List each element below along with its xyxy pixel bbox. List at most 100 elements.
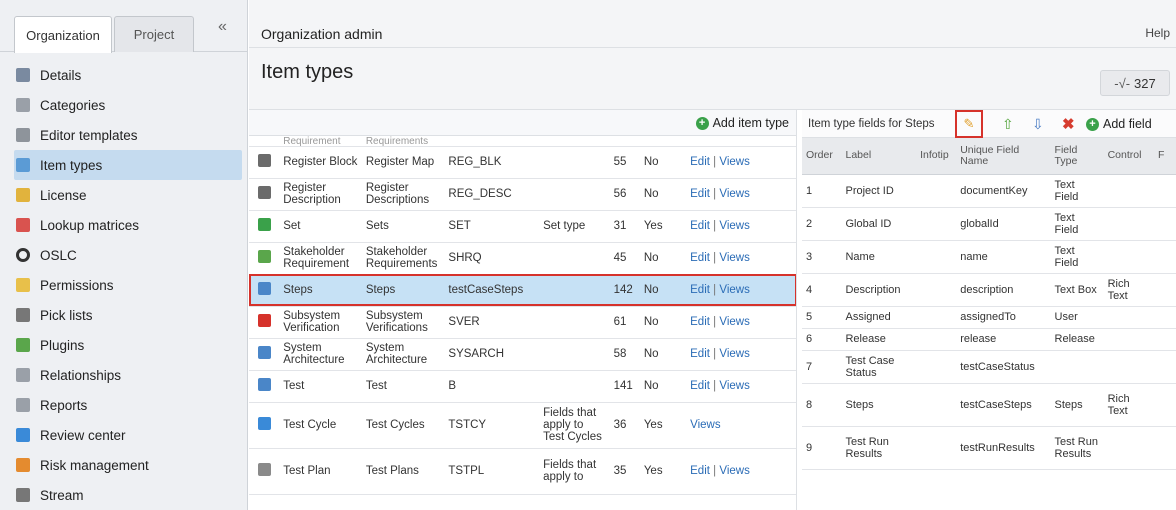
cell-unique-name: name bbox=[956, 240, 1051, 274]
table-row[interactable]: Test Plan Test Plans TSTPL Fields that appl… bbox=[249, 448, 796, 495]
edit-link[interactable]: Edit bbox=[690, 284, 710, 296]
sidebar-item-item-types[interactable]: Item types bbox=[14, 150, 242, 180]
table-row[interactable]: Register Description Register Description… bbox=[249, 178, 796, 211]
cell-description bbox=[539, 274, 610, 307]
cell-icon bbox=[249, 146, 280, 179]
cell bbox=[249, 136, 280, 147]
cell-extra bbox=[1154, 240, 1176, 274]
cell-control bbox=[1103, 207, 1155, 241]
table-row[interactable]: Set Sets SET Set type 31 Yes Edit | Views bbox=[249, 210, 796, 243]
tab-project[interactable]: Project bbox=[114, 16, 194, 52]
field-row[interactable]: 3 Name name Text Field bbox=[802, 240, 1176, 274]
header-unique-field-name[interactable]: Unique Field Name bbox=[956, 138, 1051, 175]
field-row[interactable]: 5 Assigned assignedTo User bbox=[802, 306, 1176, 329]
header-order[interactable]: Order bbox=[802, 138, 842, 175]
sidebar-item-permissions[interactable]: Permissions bbox=[0, 270, 247, 300]
cell-id: 31 bbox=[609, 210, 640, 243]
edit-link[interactable]: Edit bbox=[690, 156, 710, 168]
table-row[interactable]: Stakeholder Requirement Stakeholder Requi… bbox=[249, 242, 796, 275]
sidebar-item-license[interactable]: License bbox=[0, 180, 247, 210]
cell-description bbox=[539, 338, 610, 371]
views-link[interactable]: Views bbox=[690, 419, 720, 431]
header-field-type[interactable]: Field Type bbox=[1050, 138, 1104, 175]
header-extra[interactable]: F bbox=[1154, 138, 1176, 175]
edit-link[interactable]: Edit bbox=[690, 380, 710, 392]
table-row[interactable]: Test Cycle Test Cycles TSTCY Fields that ap… bbox=[249, 402, 796, 449]
field-row[interactable]: 8 Steps testCaseSteps Steps Rich Text bbox=[802, 383, 1176, 427]
move-down-icon[interactable]: ⇩ bbox=[1032, 116, 1044, 133]
move-up-icon[interactable]: ⇧ bbox=[1002, 116, 1014, 133]
views-link[interactable]: Views bbox=[719, 220, 749, 232]
cell-field-type: Text Field bbox=[1050, 174, 1104, 208]
field-row[interactable]: 4 Description description Text Box Rich Text bbox=[802, 273, 1176, 307]
cell-extra bbox=[1154, 426, 1176, 470]
sidebar-item-reports[interactable]: Reports bbox=[0, 390, 247, 420]
cell-plural: Register Map bbox=[361, 146, 445, 179]
cell-id: 55 bbox=[609, 146, 640, 179]
separator: | bbox=[709, 220, 720, 232]
sidebar-item-label: Details bbox=[40, 67, 82, 83]
table-row[interactable]: Register Block Register Map REG_BLK 55 No Edi… bbox=[249, 146, 796, 179]
cell-control bbox=[1103, 328, 1155, 351]
cell-actions: Edit | Views bbox=[686, 370, 796, 403]
cell-order: 9 bbox=[802, 426, 842, 470]
org-header: Organization admin Help bbox=[249, 0, 1176, 48]
field-row[interactable]: 9 Test Run Results testRunResults Test Run … bbox=[802, 426, 1176, 470]
field-row[interactable]: 6 Release release Release bbox=[802, 328, 1176, 351]
sidebar-item-stream[interactable]: Stream bbox=[0, 480, 247, 510]
edit-link[interactable]: Edit bbox=[690, 465, 710, 477]
separator: | bbox=[709, 465, 720, 477]
delete-field-icon[interactable]: ✖ bbox=[1062, 115, 1075, 133]
activity-count-button[interactable]: -√- 327 bbox=[1100, 70, 1170, 96]
sidebar-item-risk-management[interactable]: Risk management bbox=[0, 450, 247, 480]
header-label[interactable]: Label bbox=[841, 138, 917, 175]
collapse-sidebar-icon[interactable]: « bbox=[218, 18, 227, 36]
views-link[interactable]: Views bbox=[719, 284, 749, 296]
edit-link[interactable]: Edit bbox=[690, 348, 710, 360]
sidebar-item-relationships[interactable]: Relationships bbox=[0, 360, 247, 390]
help-link[interactable]: Help bbox=[1145, 26, 1170, 40]
header-infotip[interactable]: Infotip bbox=[916, 138, 957, 175]
edit-link[interactable]: Edit bbox=[690, 188, 710, 200]
item-type-fields-pane: Item type fields for Steps ✎ ⇧ ⇩ ✖ + Add… bbox=[802, 110, 1176, 510]
sidebar-item-editor-templates[interactable]: Editor templates bbox=[0, 120, 247, 150]
sidebar-item-oslc[interactable]: OSLC bbox=[0, 240, 247, 270]
cell-description bbox=[539, 178, 610, 211]
sidebar-item-lookup-matrices[interactable]: Lookup matrices bbox=[0, 210, 247, 240]
sidebar-item-review-center[interactable]: Review center bbox=[0, 420, 247, 450]
cell-icon bbox=[249, 448, 280, 495]
views-link[interactable]: Views bbox=[719, 380, 749, 392]
sidebar-item-label: Plugins bbox=[40, 337, 85, 353]
pencil-icon: ✎ bbox=[963, 116, 975, 131]
table-row[interactable]: System Architecture System Architecture SY… bbox=[249, 338, 796, 371]
field-row[interactable]: 1 Project ID documentKey Text Field bbox=[802, 174, 1176, 208]
table-row[interactable]: Test Test B 141 No Edit | Views bbox=[249, 370, 796, 403]
sidebar-item-pick-lists[interactable]: Pick lists bbox=[0, 300, 247, 330]
edit-field-button[interactable]: ✎ bbox=[955, 110, 983, 138]
views-link[interactable]: Views bbox=[719, 316, 749, 328]
field-row[interactable]: 2 Global ID globalId Text Field bbox=[802, 207, 1176, 241]
header-control[interactable]: Control bbox=[1103, 138, 1155, 175]
cell-type-key: SHRQ bbox=[444, 242, 540, 275]
edit-link[interactable]: Edit bbox=[690, 220, 710, 232]
table-row[interactable]: Subsystem Verification Subsystem Verifica… bbox=[249, 306, 796, 339]
views-link[interactable]: Views bbox=[719, 348, 749, 360]
add-item-type-button[interactable]: + Add item type bbox=[695, 116, 789, 130]
views-link[interactable]: Views bbox=[719, 188, 749, 200]
field-row[interactable]: 7 Test Case Status testCaseStatus bbox=[802, 350, 1176, 384]
edit-link[interactable]: Edit bbox=[690, 316, 710, 328]
views-link[interactable]: Views bbox=[719, 156, 749, 168]
cell-name: Set bbox=[279, 210, 362, 243]
views-link[interactable]: Views bbox=[719, 252, 749, 264]
views-link[interactable]: Views bbox=[719, 465, 749, 477]
sidebar-item-details[interactable]: Details bbox=[0, 60, 247, 90]
cell-description: Set type bbox=[539, 210, 610, 243]
table-row[interactable]: Steps Steps testCaseSteps 142 No Edit | Views bbox=[249, 274, 796, 307]
sidebar-item-plugins[interactable]: Plugins bbox=[0, 330, 247, 360]
add-field-button[interactable]: + Add field bbox=[1086, 117, 1152, 131]
fields-toolbar: Item type fields for Steps ✎ ⇧ ⇩ ✖ + Add… bbox=[802, 110, 1176, 138]
edit-link[interactable]: Edit bbox=[690, 252, 710, 264]
cell-unique-name: testCaseStatus bbox=[956, 350, 1051, 384]
sidebar-item-categories[interactable]: Categories bbox=[0, 90, 247, 120]
tab-organization[interactable]: Organization bbox=[14, 16, 112, 53]
